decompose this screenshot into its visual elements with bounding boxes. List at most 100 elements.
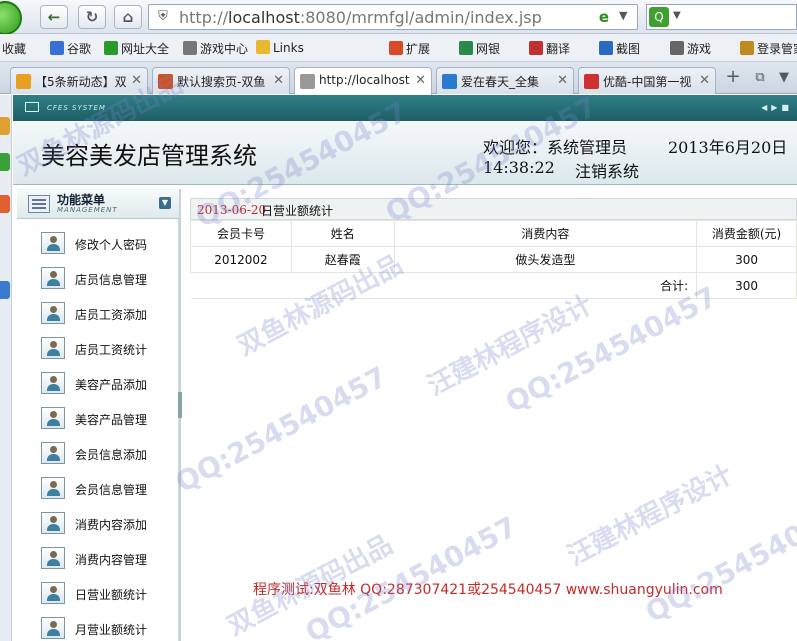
cell-name: 赵春霞 (290, 246, 395, 273)
menu-item-label: 会员信息添加 (75, 448, 148, 462)
page-icon (300, 74, 315, 89)
new-tab-button[interactable]: + (722, 68, 744, 88)
browser-logo-icon (0, 1, 22, 35)
back-button[interactable]: ← (40, 5, 68, 29)
menu-item[interactable]: 店员工资添加 (17, 296, 179, 331)
bookmark-item[interactable]: 收藏 (2, 40, 26, 57)
report-title-bar: 2013-06-20 日营业额统计 (190, 198, 797, 220)
bookmark-label: 登录管家 (757, 42, 797, 56)
google-icon (50, 41, 64, 55)
bookmark-item[interactable]: 游戏中心 (183, 40, 248, 57)
collapse-icon[interactable]: ▼ (159, 197, 171, 209)
menu-item[interactable]: 月营业额统计 (17, 611, 179, 641)
tab-label: http://localhost (319, 73, 410, 87)
window-controls-icon[interactable]: ◀▶■ (761, 103, 793, 112)
menu-item[interactable]: 消费内容管理 (17, 541, 179, 576)
browser-tab[interactable]: 【5条新动态】双 ✕ (10, 67, 148, 94)
browser-tab[interactable]: 爱在春天_全集 ✕ (436, 67, 574, 94)
ie-compat-icon[interactable]: e (595, 8, 613, 26)
bookmark-label: 游戏 (687, 42, 712, 56)
bookmark-item[interactable]: 翻译 (529, 40, 570, 57)
current-time: 14:38:22 (483, 158, 555, 177)
menu-header: 功能菜单 MANAGEMENT ▼ (17, 189, 179, 219)
chevron-down-icon[interactable]: ▼ (673, 10, 681, 21)
close-tab-icon[interactable]: ✕ (557, 73, 568, 88)
close-tab-icon[interactable]: ✕ (273, 73, 284, 88)
function-menu: 功能菜单 MANAGEMENT ▼ 修改个人密码 店员信息管理店员工资添加 店员工资… (17, 189, 179, 641)
bookmark-label: 游戏中心 (200, 42, 249, 56)
total-amount: 300 (696, 272, 797, 299)
chevron-down-icon[interactable]: ▼ (619, 9, 627, 22)
menu-item-label: 修改个人密码 (75, 238, 148, 252)
browser-toolbar: ← ↻ ⌂ ⛨ http://localhost:8080/mrmfgl/adm… (0, 0, 797, 35)
menu-item[interactable]: 店员工资统计 (17, 331, 179, 366)
address-bar[interactable]: ⛨ http://localhost:8080/mrmfgl/admin/ind… (148, 4, 638, 30)
address-url[interactable]: http://localhost:8080/mrmfgl/admin/index… (179, 8, 542, 27)
logout-link[interactable]: 注销系统 (575, 158, 639, 182)
home-button[interactable]: ⌂ (114, 5, 142, 29)
menu-item[interactable]: 消费内容添加 (17, 506, 179, 541)
menu-item[interactable]: 美容产品管理 (17, 401, 179, 436)
restore-tab-icon[interactable]: ⧉ (750, 68, 770, 88)
bookmark-item[interactable]: 截图 (599, 40, 640, 57)
close-tab-icon[interactable]: ✕ (699, 73, 710, 88)
menu-item[interactable]: 修改个人密码 (17, 226, 179, 261)
monitor-icon (25, 102, 39, 112)
table-total-row: 合计: 300 (190, 272, 797, 299)
rail-info-icon[interactable] (0, 281, 10, 299)
user-icon (41, 372, 65, 394)
close-tab-icon[interactable]: ✕ (415, 73, 426, 88)
system-strip: CFES SYSTEM ◀▶■ (13, 95, 797, 121)
browser-tab[interactable]: http://localhost ✕ (294, 67, 432, 95)
menu-item[interactable]: 店员信息管理 (17, 261, 179, 296)
url-prefix: http:// (179, 8, 229, 27)
tab-bar: 【5条新动态】双 ✕ 默认搜索页-双鱼 ✕ http://localhost ✕ 爱在春天_… (0, 62, 797, 95)
user-icon (41, 302, 65, 324)
rail-chat-icon[interactable] (0, 153, 10, 171)
menu-item[interactable]: 会员信息添加 (17, 436, 179, 471)
tab-list-icon[interactable]: ▼ (774, 68, 794, 88)
menu-item-label: 店员信息管理 (75, 273, 148, 287)
splitter-grip[interactable] (178, 392, 182, 418)
browser-tab[interactable]: 默认搜索页-双鱼 ✕ (152, 67, 290, 94)
search-page-icon (158, 74, 173, 89)
rail-favorite-icon[interactable] (0, 117, 10, 135)
user-icon (41, 547, 65, 569)
footer-note: 程序测试:双鱼林 QQ:287307421或254540457 www.shua… (253, 582, 723, 598)
rail-rss-icon[interactable] (0, 195, 10, 213)
tab-label: 默认搜索页-双鱼 (177, 75, 266, 89)
user-icon (41, 267, 65, 289)
bookmark-item[interactable]: 登录管家 (740, 40, 797, 57)
search-box[interactable]: Q ▼ (646, 4, 797, 30)
current-date: 2013年6月20日 (668, 138, 788, 157)
bookmark-item[interactable]: 网址大全 (104, 40, 169, 57)
menu-item-label: 会员信息管理 (75, 483, 148, 497)
bookmark-item[interactable]: 网银 (459, 40, 500, 57)
url-host: localhost (228, 8, 300, 27)
menu-item[interactable]: 日营业额统计 (17, 576, 179, 611)
bookmark-item[interactable]: 扩展 (389, 40, 430, 57)
qzone-icon (16, 74, 31, 89)
page-header: 美容美发店管理系统 欢迎您：系统管理员 2013年6月20日 14:38:22 … (13, 121, 797, 185)
menu-item[interactable]: 美容产品添加 (17, 366, 179, 401)
welcome-text: 欢迎您：系统管理员 (483, 138, 628, 157)
tab-label: 优酷-中国第一视 (603, 75, 692, 89)
refresh-button[interactable]: ↻ (78, 5, 106, 29)
bookmark-item[interactable]: 游戏 (670, 40, 711, 57)
user-icon (41, 477, 65, 499)
menu-list-icon (28, 195, 50, 213)
search-engine-icon[interactable]: Q (649, 7, 669, 27)
youku-icon (584, 74, 599, 89)
menu-item[interactable]: 会员信息管理 (17, 471, 179, 506)
bookmark-label: 截图 (616, 42, 641, 56)
bookmark-item[interactable]: 谷歌 (50, 40, 91, 57)
close-tab-icon[interactable]: ✕ (131, 73, 142, 88)
soku-icon (442, 74, 457, 89)
web-page: CFES SYSTEM ◀▶■ 美容美发店管理系统 欢迎您：系统管理员 2013… (13, 95, 797, 641)
bookmark-label: 扩展 (406, 42, 431, 56)
page-title: 美容美发店管理系统 (41, 142, 257, 170)
column-header: 姓名 (290, 220, 395, 247)
bookmark-item[interactable]: Links (256, 40, 304, 55)
tab-label: 爱在春天_全集 (461, 75, 540, 89)
browser-tab[interactable]: 优酷-中国第一视 ✕ (578, 67, 716, 94)
